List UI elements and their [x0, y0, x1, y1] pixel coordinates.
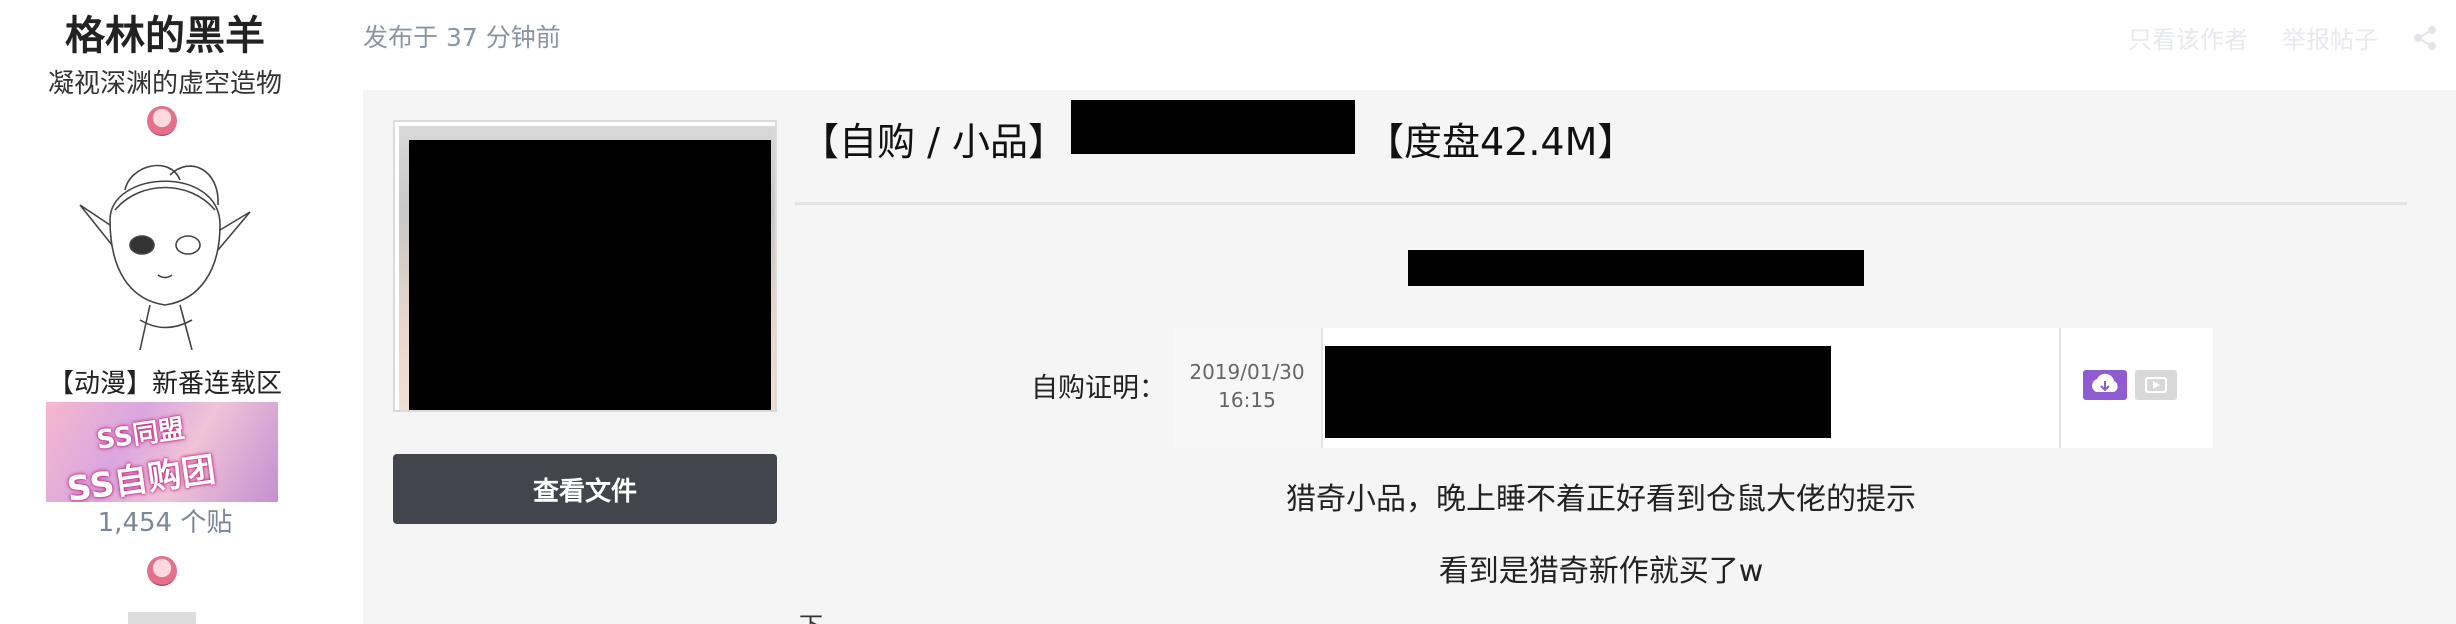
redacted-region [409, 140, 771, 410]
user-title: 凝视深渊的虚空造物 [47, 69, 282, 99]
post-body-line-partial: 下载 [799, 614, 835, 624]
view-files-button[interactable]: 查看文件 [393, 454, 777, 524]
proof-divider [2059, 328, 2061, 448]
proof-date-day: 2019/01/30 [1189, 360, 1305, 384]
title-divider [795, 202, 2407, 205]
only-author-link[interactable]: 只看该作者 [2128, 20, 2248, 55]
post-timestamp: 发布于 37 分钟前 [363, 23, 561, 52]
cloud-download-icon [2083, 370, 2127, 400]
proof-date: 2019/01/30 16:15 [1173, 328, 1323, 448]
share-icon[interactable] [2412, 25, 2438, 51]
report-post-link[interactable]: 举报帖子 [2282, 20, 2378, 55]
user-post-count[interactable]: 1,454 个贴 [0, 505, 330, 541]
username[interactable]: 格林的黑羊 [0, 8, 330, 64]
redacted-region [1325, 346, 1831, 438]
file-preview-image[interactable] [393, 120, 777, 412]
play-icon [2135, 370, 2177, 400]
post-title-prefix: 【自购 / 小品】 [801, 120, 1066, 164]
purchase-proof-image: 2019/01/30 16:15 [1173, 328, 2213, 448]
user-info-panel: 格林的黑羊 凝视深渊的虚空造物 【动漫】新番连载区 SS同盟 SS自购团 1,4… [0, 0, 330, 624]
post-content-panel: 查看文件 【自购 / 小品】 【度盘42.4M】 自购证明： 2019/01/30… [363, 90, 2456, 624]
user-avatar[interactable] [70, 150, 260, 350]
proof-date-time: 16:15 [1218, 388, 1276, 412]
user-group-name: 【动漫】新番连载区 [47, 369, 282, 399]
next-avatar-image [128, 612, 196, 624]
purchase-proof-label: 自购证明： [1031, 373, 1166, 404]
post-body-line: 猎奇小品，晚上睡不着正好看到仓鼠大佬的提示 [1286, 482, 1916, 517]
rank-badge-icon [147, 106, 177, 136]
post-tools: 只看该作者 举报帖子 [2128, 20, 2438, 55]
post-title-suffix: 【度盘42.4M】 [1365, 120, 1636, 164]
post-body-line: 看到是猎奇新作就买了w [1438, 554, 1764, 589]
group-banner-image: SS同盟 SS自购团 [46, 402, 278, 502]
banner-text-bottom: SS自购团 [64, 449, 218, 502]
redacted-region [1408, 250, 1864, 286]
redacted-region [1071, 100, 1355, 154]
rank-badge-icon [147, 556, 177, 586]
